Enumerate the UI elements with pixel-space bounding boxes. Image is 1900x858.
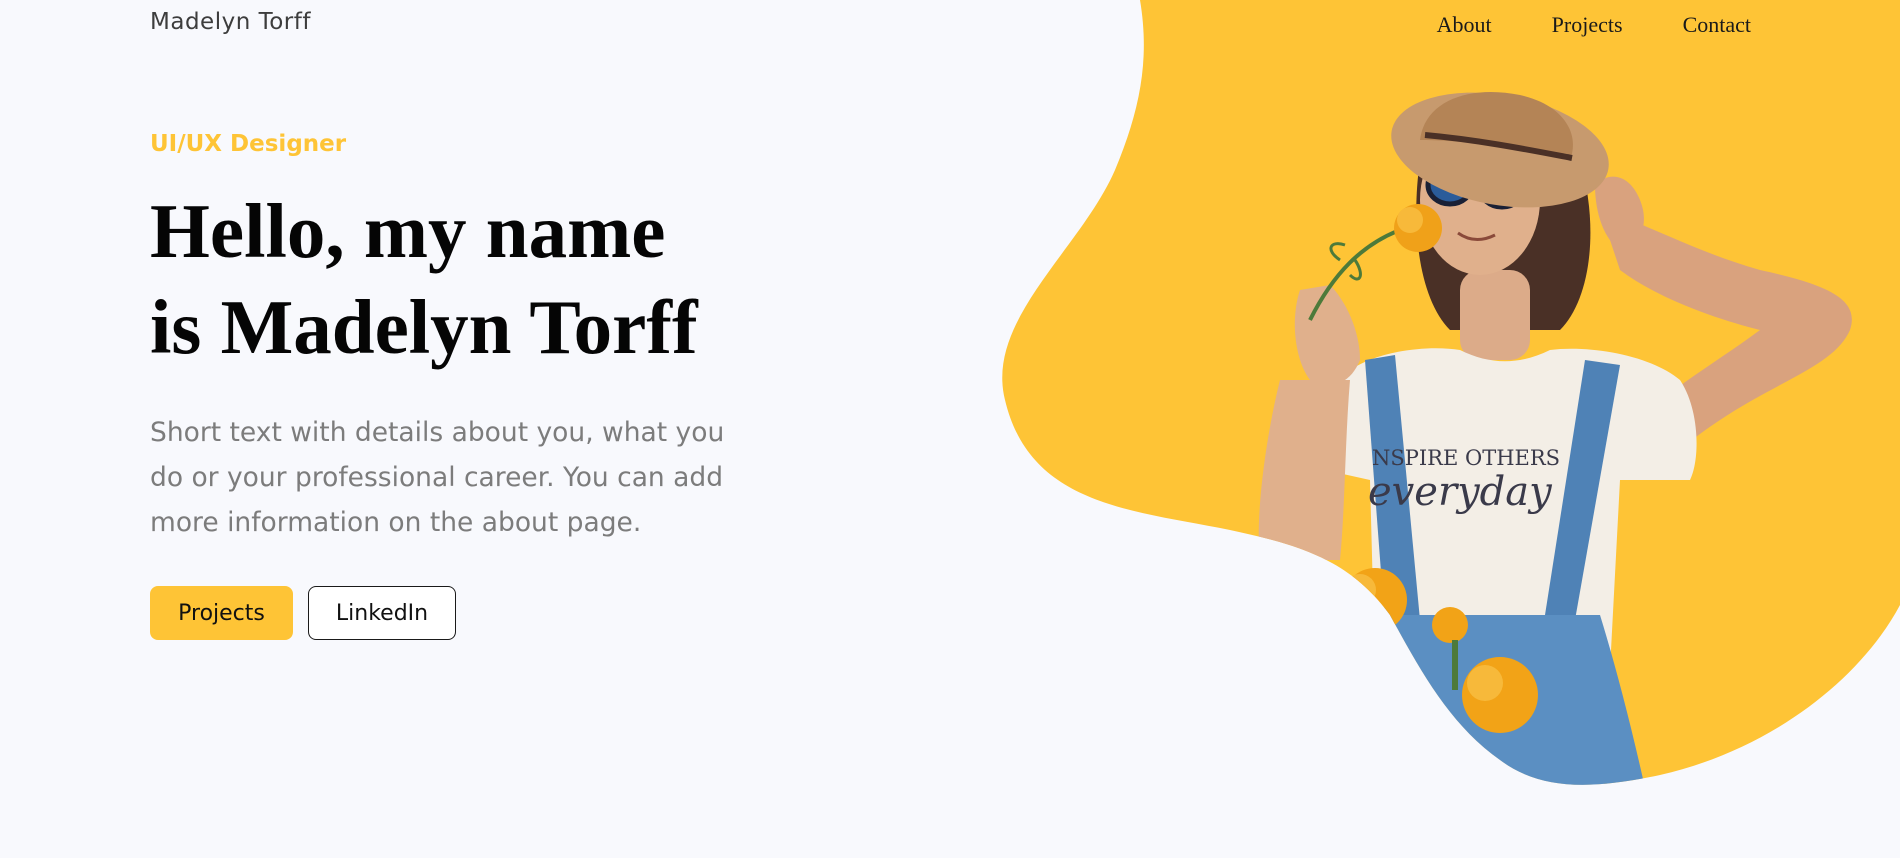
page: NSPIRE OTHERS everyday Madelyn Torff Abo… [0, 0, 1900, 858]
role-label: UI/UX Designer [150, 131, 347, 157]
hero-headline-line-2: is Madelyn Torff [150, 284, 698, 370]
hero-intro-text: Short text with details about you, what … [150, 417, 725, 538]
linkedin-button[interactable]: LinkedIn [308, 586, 456, 640]
hero-actions: Projects LinkedIn [150, 586, 456, 640]
projects-button[interactable]: Projects [150, 586, 293, 640]
hero-headline-line-1: Hello, my name [150, 188, 666, 274]
nav-projects-link[interactable]: Projects [1552, 12, 1623, 38]
hero-headline: Hello, my name is Madelyn Torff [150, 183, 850, 375]
nav-contact-link[interactable]: Contact [1683, 12, 1751, 38]
nav-about-link[interactable]: About [1437, 12, 1492, 38]
main-nav: About Projects Contact [1437, 12, 1751, 38]
site-logo[interactable]: Madelyn Torff [150, 9, 311, 35]
